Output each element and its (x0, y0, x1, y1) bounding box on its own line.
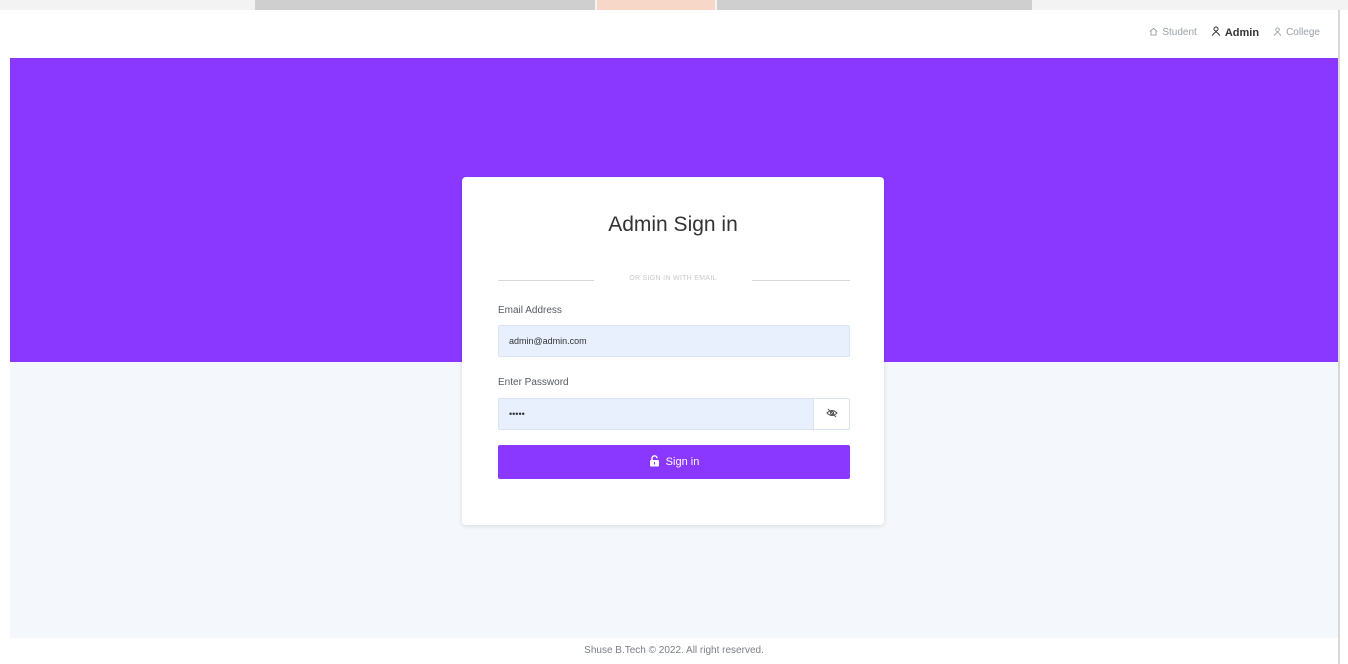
browser-top-strip (0, 0, 1348, 10)
email-label: Email Address (498, 305, 562, 316)
nav-college-link[interactable]: College (1273, 26, 1320, 39)
footer-text: Shuse B.Tech © 2022. All right reserved. (584, 645, 764, 656)
divider: OR SIGN IN WITH EMAIL (498, 275, 850, 282)
app-page: Student Admin College Admin Sign in OR S… (10, 10, 1338, 664)
nav-admin-label: Admin (1224, 26, 1260, 39)
user-icon (1211, 26, 1221, 39)
top-strip-block (255, 0, 595, 10)
nav-student-label: Student (1162, 27, 1197, 38)
divider-line (498, 280, 594, 281)
password-toggle-button[interactable] (814, 398, 850, 430)
nav-admin-link[interactable]: Admin (1211, 26, 1259, 39)
nav-college-label: College (1286, 27, 1320, 38)
email-field[interactable] (498, 325, 850, 357)
top-strip-block (597, 0, 715, 10)
page-title: Admin Sign in (608, 213, 738, 236)
nav-student-link[interactable]: Student (1149, 26, 1197, 39)
window-edge (1338, 10, 1348, 664)
top-navbar: Student Admin College (10, 10, 1338, 58)
top-strip-block (717, 0, 1032, 10)
home-icon (1149, 27, 1158, 39)
nav-links: Student Admin College (1149, 26, 1320, 39)
divider-text: OR SIGN IN WITH EMAIL (629, 275, 717, 282)
footer: Shuse B.Tech © 2022. All right reserved. (10, 638, 1338, 664)
divider-line (752, 280, 850, 281)
password-label: Enter Password (498, 377, 569, 388)
signin-label: Sign in (665, 456, 700, 468)
login-card: Admin Sign in OR SIGN IN WITH EMAIL Emai… (462, 177, 884, 525)
eye-off-icon (825, 405, 838, 423)
signin-button[interactable]: Sign in (498, 445, 850, 479)
user-icon (1273, 26, 1282, 39)
password-field[interactable] (498, 398, 814, 430)
lock-icon (649, 454, 660, 470)
